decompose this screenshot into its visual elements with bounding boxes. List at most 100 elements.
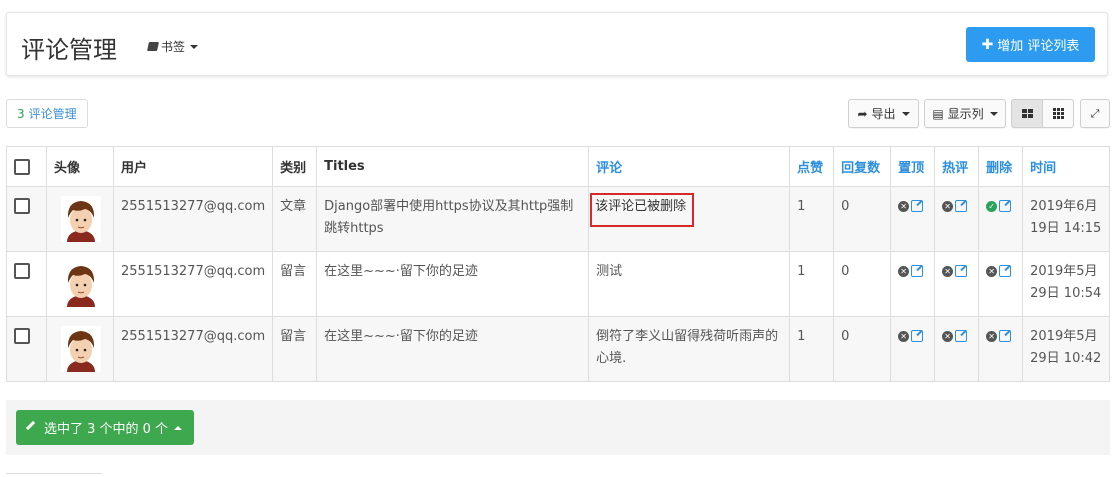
likes-cell: 1 [789, 251, 835, 317]
x-circle-icon[interactable]: ✕ [942, 330, 954, 342]
header-replies[interactable]: 回复数 [833, 146, 892, 187]
title-cell: 在这里~~~·留下你的足迹 [316, 316, 590, 382]
category-cell: 文章 [272, 186, 318, 252]
likes-cell: 1 [789, 186, 835, 252]
edit-icon[interactable] [999, 330, 1012, 342]
avatar-cell [46, 186, 114, 252]
user-cell: 2551513277@qq.com [112, 186, 274, 252]
table-row: 2551513277@qq.com 留言 在这里~~~·留下你的足迹 倒符了李义… [6, 316, 1110, 382]
footer-action-bar: 选中了 3 个中的 0 个 [6, 400, 1110, 455]
bulk-action-button[interactable]: 选中了 3 个中的 0 个 [16, 410, 194, 445]
x-circle-icon[interactable]: ✕ [898, 265, 910, 277]
time-cell: 2019年5月29日 10:54 [1022, 251, 1110, 317]
header-likes[interactable]: 点赞 [789, 146, 835, 187]
title-cell: Django部署中使用https协议及其http强制跳转https [316, 186, 590, 252]
replies-cell: 0 [833, 251, 892, 317]
chevron-down-icon [989, 111, 998, 116]
export-button[interactable]: ➦ 导出 [848, 99, 919, 128]
replies-cell: 0 [833, 316, 892, 382]
edit-icon[interactable] [999, 200, 1012, 212]
list-icon: ▤ [932, 106, 944, 121]
edit-icon[interactable] [955, 265, 968, 277]
check-circle-icon[interactable]: ✓ [986, 200, 998, 212]
deleted-cell: ✕ [978, 316, 1024, 382]
select-all-checkbox[interactable] [14, 158, 30, 175]
book-icon [147, 42, 159, 51]
deleted-cell: ✓ [978, 186, 1024, 252]
x-circle-icon[interactable]: ✕ [942, 200, 954, 212]
grid-small-view-button[interactable] [1042, 99, 1074, 128]
expand-icon: ⤢ [1090, 106, 1100, 120]
edit-icon[interactable] [955, 200, 968, 212]
top-cell: ✕ [890, 186, 936, 252]
share-icon: ➦ [857, 106, 868, 121]
table-row: 2551513277@qq.com 文章 Django部署中使用https协议及… [6, 186, 1110, 252]
category-cell: 留言 [272, 316, 318, 382]
header-avatar: 头像 [46, 146, 114, 187]
header-comment[interactable]: 评论 [588, 146, 791, 187]
result-count-label: 评论管理 [28, 107, 77, 121]
top-cell: ✕ [890, 251, 936, 317]
replies-cell: 0 [833, 186, 892, 252]
result-count-number: 3 [17, 106, 25, 121]
divider [6, 473, 102, 474]
row-select-cell [6, 251, 47, 317]
grid-small-icon [1052, 108, 1064, 119]
columns-button[interactable]: ▤ 显示列 [924, 99, 1006, 128]
add-comment-label: 增加 评论列表 [997, 39, 1080, 54]
header-user: 用户 [112, 146, 274, 187]
header-hot[interactable]: 热评 [934, 146, 980, 187]
bookmark-label: 书签 [161, 40, 186, 54]
user-cell: 2551513277@qq.com [112, 251, 274, 317]
select-all-cell [6, 146, 47, 187]
comment-cell: 倒符了李义山留得残荷听雨声的心境. [588, 316, 791, 382]
header-titles: Titles [316, 146, 590, 187]
page-title: 评论管理 [21, 36, 117, 64]
grid-view-button[interactable] [1011, 99, 1043, 128]
top-cell: ✕ [890, 316, 936, 382]
header-deleted[interactable]: 删除 [978, 146, 1024, 187]
bulk-action-label: 选中了 3 个中的 0 个 [43, 422, 169, 437]
title-cell: 在这里~~~·留下你的足迹 [316, 251, 590, 317]
edit-icon[interactable] [911, 200, 924, 212]
page-header: 评论管理 书签 ✚ 增加 评论列表 [6, 12, 1108, 76]
fullscreen-button[interactable]: ⤢ [1080, 99, 1110, 128]
header-category: 类别 [272, 146, 318, 187]
time-cell: 2019年5月29日 10:42 [1022, 316, 1110, 382]
add-comment-button[interactable]: ✚ 增加 评论列表 [966, 27, 1095, 62]
header-top[interactable]: 置顶 [890, 146, 936, 187]
chevron-down-icon [190, 44, 199, 49]
row-checkbox[interactable] [14, 198, 30, 214]
avatar [61, 261, 101, 307]
time-cell: 2019年6月19日 14:15 [1022, 186, 1110, 252]
edit-icon[interactable] [999, 265, 1012, 277]
edit-icon[interactable] [955, 330, 968, 342]
row-checkbox[interactable] [14, 263, 30, 279]
row-checkbox[interactable] [14, 328, 30, 344]
row-select-cell [6, 316, 47, 382]
x-circle-icon[interactable]: ✕ [986, 265, 998, 277]
x-circle-icon[interactable]: ✕ [898, 330, 910, 342]
columns-label: 显示列 [947, 107, 984, 121]
category-cell: 留言 [272, 251, 318, 317]
export-label: 导出 [871, 107, 896, 121]
plus-icon: ✚ [981, 36, 994, 53]
row-select-cell [6, 186, 47, 252]
deleted-cell: ✕ [978, 251, 1024, 317]
edit-icon[interactable] [911, 265, 924, 277]
header-time[interactable]: 时间 [1022, 146, 1110, 187]
hot-cell: ✕ [934, 251, 980, 317]
user-cell: 2551513277@qq.com [112, 316, 274, 382]
edit-icon[interactable] [911, 330, 924, 342]
x-circle-icon[interactable]: ✕ [942, 265, 954, 277]
avatar [61, 196, 101, 242]
bookmark-dropdown[interactable]: 书签 [147, 38, 199, 55]
x-circle-icon[interactable]: ✕ [898, 200, 910, 212]
table-row: 2551513277@qq.com 留言 在这里~~~·留下你的足迹 测试 1 … [6, 251, 1110, 317]
x-circle-icon[interactable]: ✕ [986, 330, 998, 342]
comment-cell: 该评论已被删除 [588, 186, 791, 252]
comment-cell: 测试 [588, 251, 791, 317]
wrench-icon [25, 420, 41, 435]
hot-cell: ✕ [934, 186, 980, 252]
chevron-down-icon [901, 111, 910, 116]
